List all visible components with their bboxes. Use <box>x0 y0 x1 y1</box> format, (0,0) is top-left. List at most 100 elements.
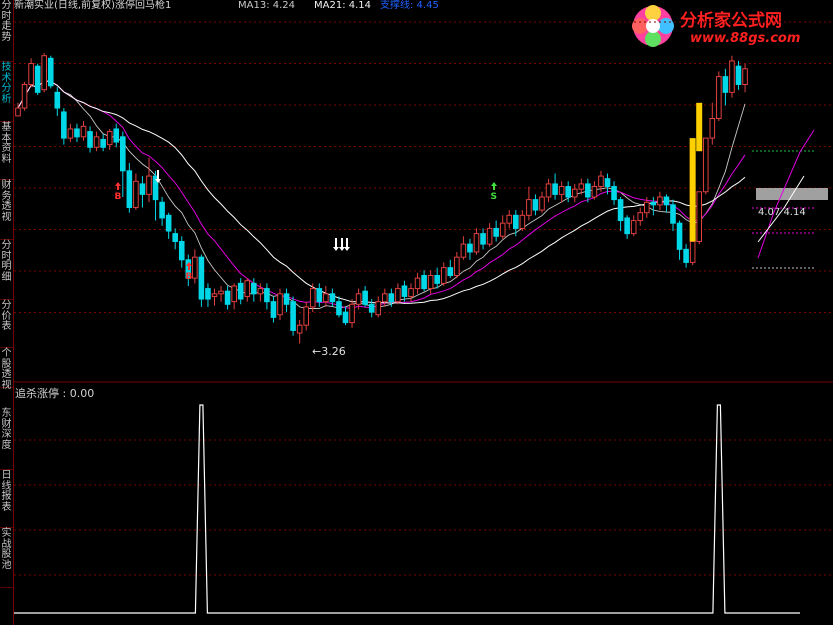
candle-body <box>434 275 440 284</box>
candle-body <box>591 186 598 198</box>
candle-body <box>257 288 264 295</box>
candle-body <box>637 212 644 222</box>
candle-body <box>244 280 251 297</box>
candle-body <box>309 288 316 308</box>
candle-body <box>47 57 54 87</box>
side-tab-strip: 分时走势 技术分析 基本资料 财务透视 分时明细 分价表 个股透视东财深度 日线报表 实战股池 <box>0 0 14 625</box>
candle-body <box>388 293 395 303</box>
candle-body <box>74 128 80 138</box>
candle-body <box>28 63 34 85</box>
side-tab-8[interactable]: 东财深度 <box>0 408 13 470</box>
candle-body <box>650 201 657 206</box>
indicator-chart[interactable] <box>14 400 833 625</box>
candle-body <box>552 183 558 195</box>
candle-body <box>283 293 290 305</box>
buy-marker: B <box>186 272 193 282</box>
buy-marker: B <box>115 192 122 202</box>
candle-body <box>237 282 244 300</box>
candle-body <box>106 131 113 146</box>
candle-body <box>519 214 526 229</box>
candle-body <box>499 222 506 237</box>
support-line-readout: 支撑线: 4.45 <box>380 0 439 11</box>
candle-body <box>139 183 146 195</box>
candle-body <box>408 288 414 297</box>
sell-marker: S <box>491 192 497 202</box>
candle-body <box>532 199 539 211</box>
side-tab-5[interactable]: 分时明细 <box>0 240 13 300</box>
indicator-line <box>14 404 800 614</box>
signal-arrow-icon <box>339 238 345 251</box>
candle-body <box>611 186 617 201</box>
candle-body <box>598 175 604 188</box>
candle-body <box>224 290 231 305</box>
candle-body <box>539 196 545 211</box>
candle-body <box>440 267 447 284</box>
candle-body <box>467 243 473 253</box>
candle-body <box>395 288 401 303</box>
candle-body <box>231 285 237 303</box>
candle-body <box>277 293 283 316</box>
candle-body <box>362 290 368 305</box>
candle-body <box>722 76 729 93</box>
candle-body <box>454 256 460 276</box>
candle-body <box>368 303 375 313</box>
candle-body <box>526 199 532 216</box>
candle-body <box>578 183 585 190</box>
side-tab-7[interactable]: 个股透视 <box>0 348 13 390</box>
candle-body <box>296 324 303 334</box>
candle-body <box>676 222 683 250</box>
candle-body <box>93 136 100 148</box>
candle-body <box>689 240 696 263</box>
candle-body <box>34 65 41 93</box>
candle-body <box>349 303 355 324</box>
candle-body <box>133 180 139 208</box>
candle-body <box>414 277 421 290</box>
candle-body <box>342 311 349 324</box>
ma13-readout: MA13: 4.24 <box>238 0 296 11</box>
price-level-label: 4.07 4.14 <box>758 207 806 218</box>
candle-body <box>493 227 499 237</box>
candle-body <box>670 204 676 224</box>
candle-body <box>198 256 205 300</box>
side-tab-1[interactable]: 分时走势 <box>0 0 13 62</box>
candle-body <box>67 128 74 139</box>
candle-body <box>696 191 703 242</box>
candle-body <box>663 196 670 206</box>
candle-body <box>80 125 87 138</box>
side-tab-6[interactable]: 分价表 <box>0 300 13 348</box>
candle-body <box>192 256 198 279</box>
candle-body <box>270 301 277 318</box>
candle-body <box>323 293 329 303</box>
candle-body <box>316 288 323 303</box>
stock-title: 新潮实业(日线,前复权)涨停回马枪1 <box>14 0 172 11</box>
candle-body <box>211 293 218 297</box>
candle-body <box>657 196 663 206</box>
candle-body <box>251 282 257 295</box>
candle-body <box>486 227 493 245</box>
signal-arrow-icon <box>333 238 339 251</box>
candle-body <box>303 306 309 326</box>
side-tab-4[interactable]: 财务透视 <box>0 180 13 240</box>
candle-body <box>604 178 611 188</box>
candle-body <box>375 301 382 316</box>
candle-body <box>617 199 624 222</box>
candle-body <box>427 275 434 290</box>
side-tab-9[interactable]: 日线报表 <box>0 470 13 528</box>
candle-body <box>729 60 735 93</box>
side-tab-10[interactable]: 实战股池 <box>0 528 13 588</box>
candle-body <box>513 214 519 229</box>
candle-body <box>113 128 120 143</box>
candle-body <box>401 285 408 297</box>
side-tab-3[interactable]: 基本资料 <box>0 122 13 180</box>
candle-body <box>15 107 21 117</box>
candle-body <box>146 175 152 195</box>
signal-arrow-icon <box>344 238 350 251</box>
candle-body <box>735 65 742 85</box>
candle-body <box>100 138 106 148</box>
indicator-header: 追杀涨停 : 0.00 <box>15 387 95 400</box>
candle-body <box>329 293 336 303</box>
side-tab-2[interactable]: 技术分析 <box>0 62 13 122</box>
candle-body <box>126 170 133 208</box>
kline-chart[interactable]: 4.07 4.14 B B S ←3.26 <box>14 12 833 384</box>
candle-body <box>87 131 93 148</box>
